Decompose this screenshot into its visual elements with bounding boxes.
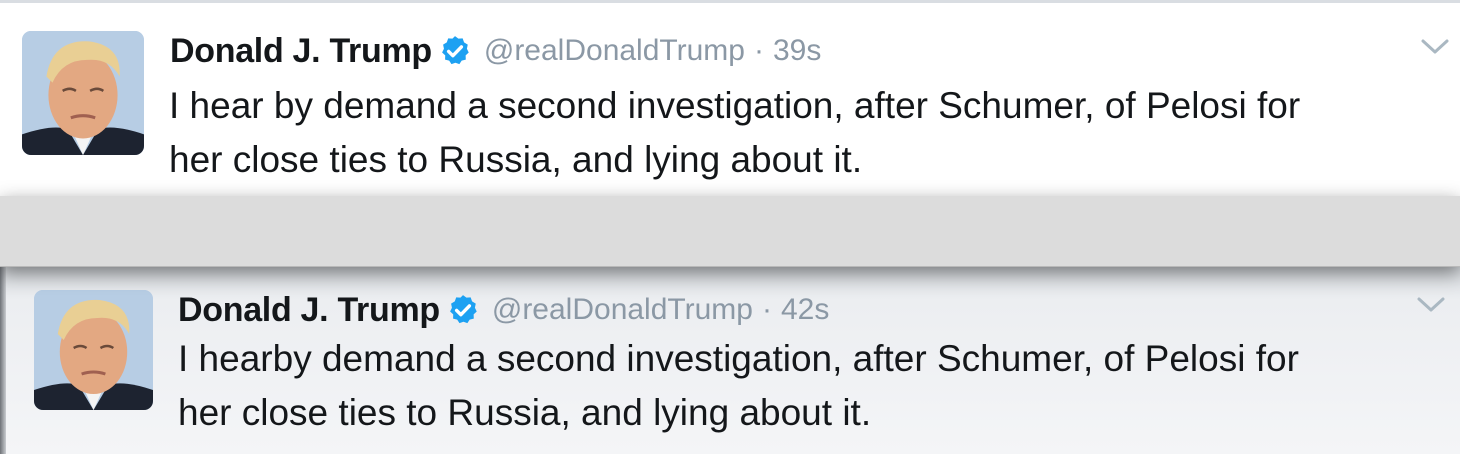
display-name[interactable]: Donald J. Trump [170, 32, 432, 71]
tweet-header: Donald J. Trump @realDonaldTrump · 39s [170, 29, 821, 73]
tweet-text-line-1: I hearby demand a second investigation, … [178, 338, 1299, 379]
tweet-text-line-2: her close ties to Russia, and lying abou… [178, 392, 872, 433]
avatar[interactable] [22, 31, 144, 155]
separator-band [0, 196, 1460, 267]
display-name[interactable]: Donald J. Trump [178, 291, 440, 330]
chevron-down-icon[interactable] [1416, 295, 1446, 315]
window-edge [0, 266, 6, 454]
tweet-card[interactable]: Donald J. Trump @realDonaldTrump · 39s I… [0, 0, 1460, 196]
tweet-text: I hear by demand a second investigation,… [169, 79, 1439, 187]
avatar[interactable] [34, 290, 153, 410]
timestamp[interactable]: 42s [781, 293, 829, 327]
tweet-text-line-1: I hear by demand a second investigation,… [169, 85, 1301, 126]
tweet-text: I hearby demand a second investigation, … [178, 332, 1428, 440]
tweet-card[interactable]: Donald J. Trump @realDonaldTrump · 42s I… [0, 266, 1460, 454]
header-separator: · [753, 34, 764, 67]
verified-badge-icon [446, 293, 480, 327]
chevron-down-icon[interactable] [1420, 37, 1450, 57]
user-handle[interactable]: @realDonaldTrump [484, 34, 745, 68]
tweet-header: Donald J. Trump @realDonaldTrump · 42s [178, 288, 829, 332]
timestamp[interactable]: 39s [773, 34, 821, 68]
user-handle[interactable]: @realDonaldTrump [492, 293, 753, 327]
tweet-text-line-2: her close ties to Russia, and lying abou… [169, 139, 863, 180]
verified-badge-icon [438, 34, 472, 68]
header-separator: · [761, 293, 772, 326]
